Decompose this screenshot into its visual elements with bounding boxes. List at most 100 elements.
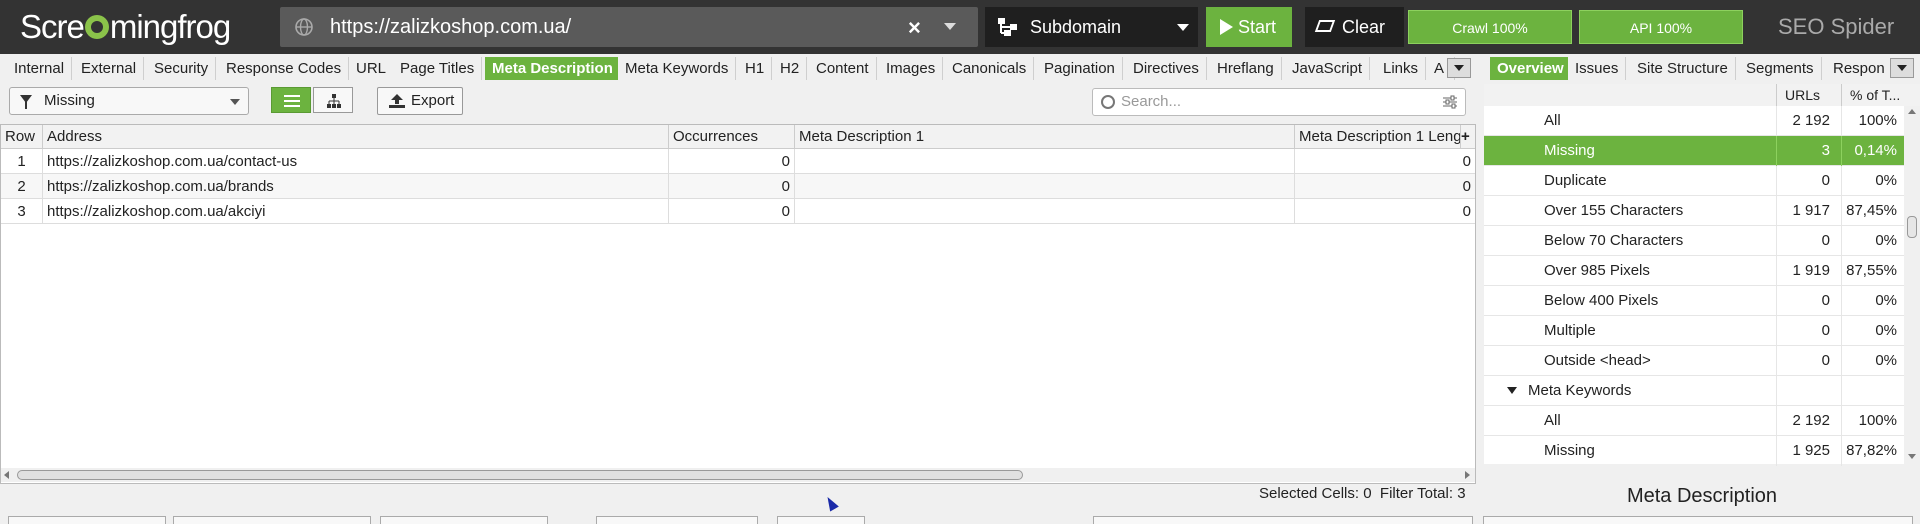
search-input[interactable]: Search... — [1092, 88, 1466, 116]
list-view-button[interactable] — [271, 87, 311, 113]
tab-content[interactable]: Content — [809, 57, 877, 80]
overview-row-keywords-missing[interactable]: Missing 1 925 87,82% — [1484, 436, 1904, 466]
api-progress[interactable]: API 100% — [1579, 10, 1743, 44]
overview-row-urls: 2 192 — [1776, 406, 1833, 436]
tab-hreflang[interactable]: Hreflang — [1210, 57, 1282, 80]
scroll-down-icon[interactable] — [1908, 454, 1916, 459]
overview-row-urls: 0 — [1776, 286, 1833, 316]
tree-view-button[interactable] — [313, 87, 353, 113]
overview-row-all[interactable]: All 2 192 100% — [1484, 106, 1904, 136]
crawl-progress[interactable]: Crawl 100% — [1408, 10, 1572, 44]
main-tabs-overflow-icon[interactable] — [1447, 58, 1471, 78]
tab-images[interactable]: Images — [879, 57, 944, 80]
overview-row-percent: 0% — [1841, 346, 1901, 376]
right-tabs-overflow-icon[interactable] — [1890, 58, 1914, 78]
tab-external[interactable]: External — [74, 57, 145, 80]
column-header-address[interactable]: Address — [43, 125, 669, 149]
tab-issues[interactable]: Issues — [1568, 57, 1627, 80]
column-header-meta-description-length[interactable]: Meta Description 1 Leng — [1295, 125, 1461, 149]
tab-javascript[interactable]: JavaScript — [1285, 57, 1371, 80]
overview-row-missing[interactable]: Missing 3 0,14% — [1484, 136, 1904, 166]
column-header-urls[interactable]: URLs — [1776, 84, 1841, 106]
tab-h2[interactable]: H2 — [773, 57, 808, 80]
grid-status-bar: Selected Cells: 0 Filter Total: 3 — [0, 484, 1476, 504]
scrollbar-thumb[interactable] — [1907, 216, 1917, 238]
column-header-occurrences[interactable]: Occurrences — [669, 125, 795, 149]
tab-meta-description[interactable]: Meta Description — [485, 57, 621, 80]
tab-response-codes[interactable]: Response Codes — [219, 57, 350, 80]
tab-response-truncated[interactable]: Respons — [1826, 57, 1884, 80]
column-header-row[interactable]: Row — [1, 125, 43, 149]
horizontal-scrollbar[interactable] — [1, 468, 1475, 482]
start-button[interactable]: Start — [1206, 7, 1292, 47]
filter-dropdown[interactable]: Missing — [9, 87, 249, 115]
overview-row-label: Over 985 Pixels — [1544, 262, 1650, 279]
app-logo: Scre mingfrog — [20, 8, 231, 45]
clear-button[interactable]: Clear — [1305, 7, 1404, 47]
cell-occurrences: 0 — [669, 174, 795, 199]
bottom-tab[interactable] — [777, 516, 865, 524]
tab-security[interactable]: Security — [147, 57, 217, 80]
table-header: Row Address Occurrences Meta Description… — [1, 125, 1475, 149]
export-button[interactable]: Export — [377, 87, 463, 115]
cell-occurrences: 0 — [669, 149, 795, 174]
tab-meta-keywords[interactable]: Meta Keywords — [618, 57, 737, 80]
search-options-icon[interactable] — [1443, 95, 1457, 109]
bottom-tab[interactable] — [596, 516, 758, 524]
url-input[interactable]: https://zalizkoshop.com.ua/ — [330, 7, 571, 47]
overview-header: URLs % of T... — [1484, 84, 1920, 106]
overview-row-keywords-all[interactable]: All 2 192 100% — [1484, 406, 1904, 436]
overview-row-urls: 1 925 — [1776, 436, 1833, 466]
grid-toolbar: Missing Export Search... — [0, 84, 1476, 120]
overview-row-percent: 100% — [1841, 406, 1901, 436]
table-row[interactable]: 2 https://zalizkoshop.com.ua/brands 0 0 — [1, 174, 1475, 199]
overview-row-urls: 0 — [1776, 166, 1833, 196]
tab-directives[interactable]: Directives — [1126, 57, 1207, 80]
clear-url-icon[interactable]: × — [908, 15, 921, 41]
overview-row-over-985-pixels[interactable]: Over 985 Pixels 1 919 87,55% — [1484, 256, 1904, 286]
bottom-tab[interactable] — [380, 516, 548, 524]
tab-site-structure[interactable]: Site Structure — [1630, 57, 1736, 80]
tab-segments[interactable]: Segments — [1739, 57, 1822, 80]
overview-row-urls: 1 919 — [1776, 256, 1833, 286]
scroll-right-icon[interactable] — [1465, 471, 1470, 479]
overview-row-outside-head[interactable]: Outside <head> 0 0% — [1484, 346, 1904, 376]
scroll-up-icon[interactable] — [1908, 109, 1916, 114]
add-column-icon[interactable]: + — [1459, 125, 1475, 149]
table-row[interactable]: 1 https://zalizkoshop.com.ua/contact-us … — [1, 149, 1475, 174]
overview-row-label: All — [1544, 412, 1561, 429]
column-header-percent[interactable]: % of T... — [1841, 84, 1904, 106]
crawl-mode-label: Subdomain — [1030, 17, 1122, 37]
tab-h1[interactable]: H1 — [738, 57, 773, 80]
overview-row-multiple[interactable]: Multiple 0 0% — [1484, 316, 1904, 346]
expand-collapse-icon[interactable] — [1507, 387, 1517, 394]
tab-links[interactable]: Links — [1376, 57, 1427, 80]
overview-row-below-400-pixels[interactable]: Below 400 Pixels 0 0% — [1484, 286, 1904, 316]
tab-url[interactable]: URL — [349, 57, 395, 80]
crawl-mode-select[interactable]: Subdomain — [985, 7, 1198, 47]
list-icon — [284, 95, 300, 107]
bottom-tab[interactable] — [8, 516, 166, 524]
url-bar[interactable]: https://zalizkoshop.com.ua/ × — [280, 7, 978, 47]
bottom-tab[interactable] — [1483, 516, 1913, 524]
scroll-left-icon[interactable] — [4, 471, 9, 479]
overview-group-meta-keywords[interactable]: Meta Keywords — [1484, 376, 1904, 406]
url-history-dropdown-icon[interactable] — [944, 23, 956, 30]
scrollbar-thumb[interactable] — [17, 470, 1023, 480]
results-table: Row Address Occurrences Meta Description… — [0, 124, 1476, 484]
overview-row-over-155-characters[interactable]: Over 155 Characters 1 917 87,45% — [1484, 196, 1904, 226]
overview-row-below-70-characters[interactable]: Below 70 Characters 0 0% — [1484, 226, 1904, 256]
tab-canonicals[interactable]: Canonicals — [945, 57, 1035, 80]
tab-internal[interactable]: Internal — [7, 57, 73, 80]
tab-pagination[interactable]: Pagination — [1037, 57, 1123, 80]
tab-overview[interactable]: Overview — [1490, 57, 1572, 80]
cell-row: 1 — [1, 149, 43, 174]
bottom-tab[interactable] — [1093, 516, 1473, 524]
bottom-tab[interactable] — [173, 516, 371, 524]
overview-row-duplicate[interactable]: Duplicate 0 0% — [1484, 166, 1904, 196]
table-row[interactable]: 3 https://zalizkoshop.com.ua/akciyi 0 0 — [1, 199, 1475, 224]
overview-vertical-scrollbar[interactable] — [1904, 106, 1920, 464]
subdomain-icon — [998, 18, 1017, 36]
column-header-meta-description[interactable]: Meta Description 1 — [795, 125, 1295, 149]
tab-page-titles[interactable]: Page Titles — [393, 57, 483, 80]
